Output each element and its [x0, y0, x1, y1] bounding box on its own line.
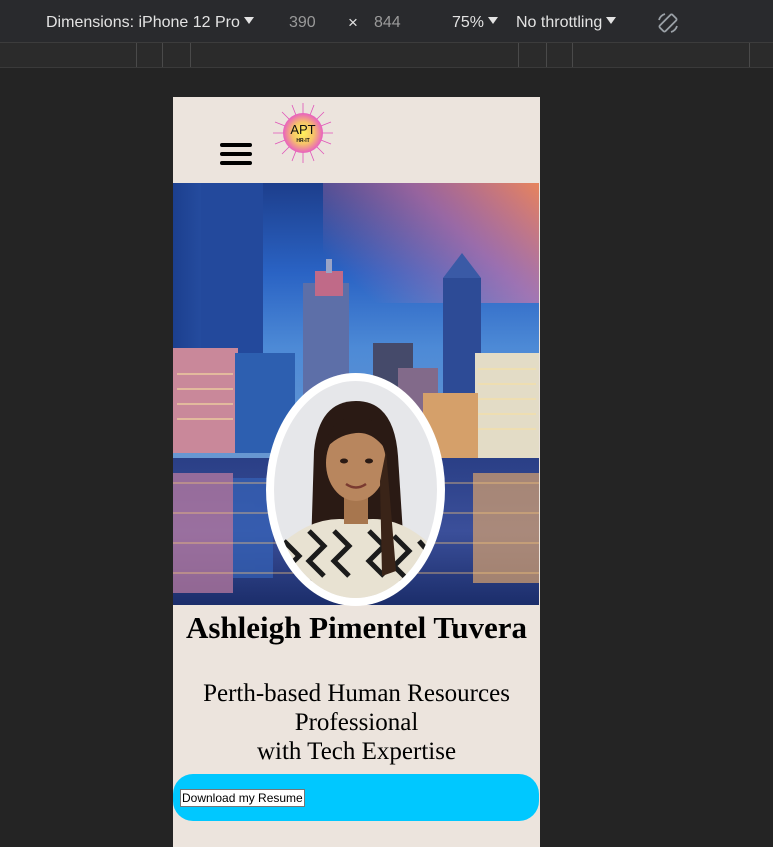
- zoom-select[interactable]: 75%: [452, 12, 499, 34]
- site-logo[interactable]: APT HR-IT: [272, 102, 334, 164]
- download-resume-button[interactable]: Download my Resume: [180, 789, 305, 807]
- chevron-down-icon: [606, 17, 617, 24]
- logo-subtext: HR-IT: [296, 138, 309, 144]
- tagline-line: with Tech Expertise: [256, 738, 457, 765]
- throttling-select[interactable]: No throttling: [516, 12, 617, 34]
- chevron-down-icon: [243, 17, 254, 24]
- device-select[interactable]: Dimensions: iPhone 12 Pro: [46, 12, 254, 34]
- times-separator: ×: [348, 13, 358, 32]
- media-query-ruler: [0, 43, 773, 68]
- tagline-line: Professional: [294, 709, 419, 736]
- device-toolbar: Dimensions: iPhone 12 Pro 390 × 844 75% …: [0, 0, 773, 43]
- profile-tagline: Perth-based Human Resources Professional…: [173, 679, 540, 766]
- zoom-select-label: 75%: [452, 14, 485, 31]
- site-header: APT HR-IT: [173, 97, 540, 183]
- device-select-label: Dimensions: iPhone 12 Pro: [46, 14, 240, 31]
- profile-photo-frame: [266, 373, 445, 606]
- width-input[interactable]: 390: [289, 12, 316, 34]
- cta-bar: Download my Resume: [173, 774, 539, 821]
- rotate-icon[interactable]: [656, 11, 680, 35]
- logo-text: APT: [290, 122, 315, 137]
- profile-photo: [274, 381, 437, 598]
- height-input[interactable]: 844: [374, 12, 401, 34]
- profile-name: Ashleigh Pimentel Tuvera: [185, 610, 527, 645]
- device-viewport: APT HR-IT Ashleigh Pimentel Tuvera Perth…: [173, 97, 540, 847]
- tagline-line: Perth-based Human Resources: [203, 680, 510, 707]
- menu-icon[interactable]: [220, 143, 252, 165]
- chevron-down-icon: [488, 17, 499, 24]
- throttling-select-label: No throttling: [516, 14, 603, 31]
